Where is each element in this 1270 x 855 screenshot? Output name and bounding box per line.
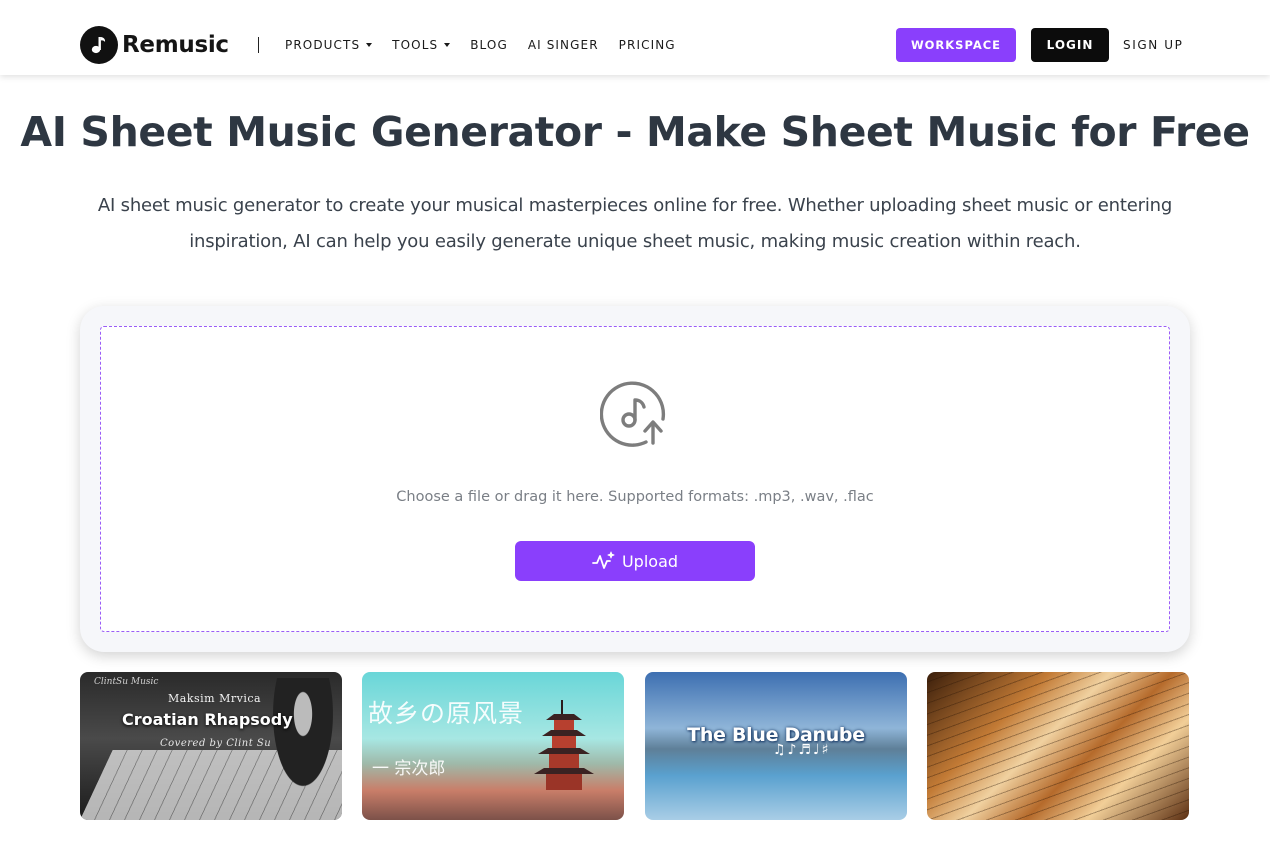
dropzone-hint: Choose a file or drag it here. Supported… — [396, 489, 874, 505]
nav-item-label: PRODUCTS — [285, 38, 361, 52]
nav-item-tools[interactable]: TOOLS — [392, 38, 451, 52]
example-thumbnail[interactable]: 故乡の原风景 一 宗次郎 — [362, 672, 624, 820]
nav-item-products[interactable]: PRODUCTS — [285, 38, 373, 52]
upload-card: Choose a file or drag it here. Supported… — [80, 306, 1190, 652]
nav-item-blog[interactable]: BLOG — [470, 38, 508, 52]
music-note-icon — [80, 26, 118, 64]
thumbnail-subtitle: 一 宗次郎 — [372, 759, 446, 779]
logo[interactable]: Remusic — [80, 26, 229, 64]
example-thumbnail[interactable]: ClintSu Music Maksim Mrvica Croatian Rha… — [80, 672, 342, 820]
example-thumbnail[interactable] — [927, 672, 1189, 820]
main-nav: PRODUCTS TOOLS BLOG AI SINGER PRICING — [285, 38, 696, 52]
divider — [258, 37, 259, 53]
page-description: AI sheet music generator to create your … — [97, 195, 1173, 252]
sheet-music-image — [927, 672, 1189, 820]
site-header: Remusic PRODUCTS TOOLS BLOG AI SINGER PR… — [0, 0, 1270, 75]
nav-item-label: TOOLS — [392, 38, 439, 52]
thumbnail-title: 故乡の原风景 — [368, 699, 525, 728]
sparkle-wave-icon — [592, 551, 615, 569]
nav-item-pricing[interactable]: PRICING — [619, 38, 676, 52]
login-button[interactable]: LOGIN — [1031, 28, 1109, 62]
file-dropzone[interactable]: Choose a file or drag it here. Supported… — [100, 326, 1170, 632]
pagoda-image — [534, 700, 594, 790]
thumbnail-author: Maksim Mrvica — [168, 692, 262, 705]
music-upload-icon — [599, 379, 670, 449]
nav-item-label: BLOG — [470, 38, 508, 52]
brand-name: Remusic — [122, 32, 229, 58]
nav-item-ai-singer[interactable]: AI SINGER — [528, 38, 599, 52]
workspace-button[interactable]: WORKSPACE — [896, 28, 1016, 62]
caret-down-icon — [366, 43, 373, 47]
nav-item-label: PRICING — [618, 38, 676, 52]
thumbnail-brand: ClintSu Music — [94, 677, 159, 687]
thumbnail-subtitle: Covered by Clint Su — [160, 738, 272, 749]
thumbnail-title: Croatian Rhapsody — [122, 710, 293, 729]
signup-link[interactable]: SIGN UP — [1123, 38, 1183, 52]
nav-item-label: AI SINGER — [527, 38, 599, 52]
upload-button[interactable]: Upload — [515, 541, 755, 581]
music-notes-decoration: ♫♪♬♩♯ — [773, 742, 831, 758]
page-title: AI Sheet Music Generator - Make Sheet Mu… — [20, 108, 1250, 156]
upload-button-label: Upload — [621, 551, 679, 571]
caret-down-icon — [444, 43, 451, 47]
example-thumbnail[interactable]: The Blue Danube ♫♪♬♩♯ — [645, 672, 907, 820]
